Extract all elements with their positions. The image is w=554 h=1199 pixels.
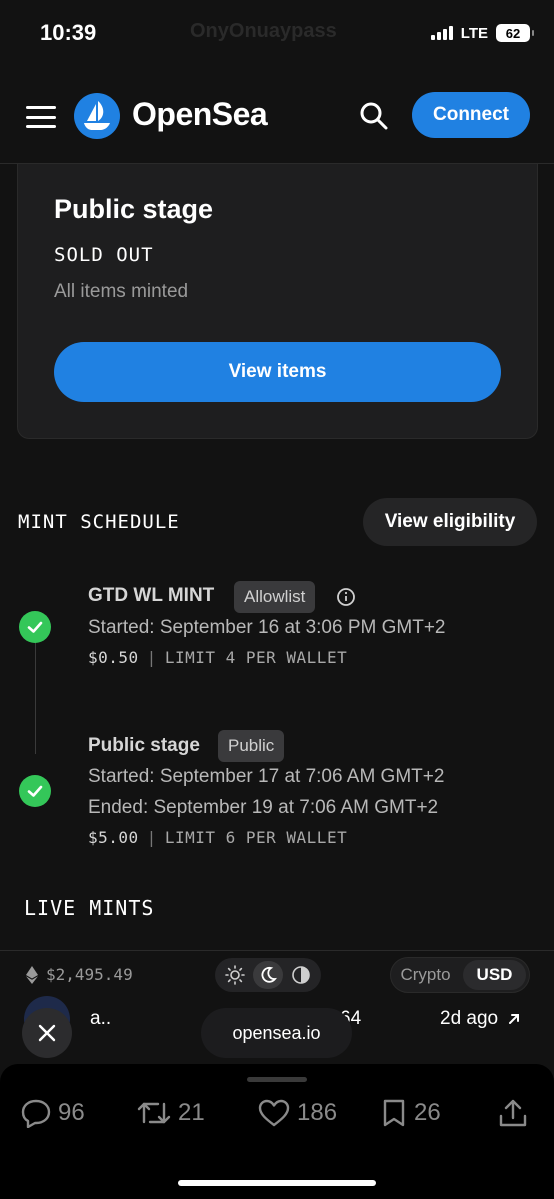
retweet-count: 21 — [178, 1099, 205, 1126]
retweet-icon — [137, 1102, 171, 1124]
light-theme-icon[interactable] — [220, 961, 250, 989]
mint-schedule-heading: MINT SCHEDULE — [18, 511, 180, 533]
info-icon[interactable] — [336, 587, 356, 607]
stage-name-gtd-wl: GTD WL MINT — [88, 585, 215, 606]
sheet-grabber[interactable] — [247, 1077, 307, 1082]
bookmark-icon — [383, 1099, 405, 1127]
currency-switch: Crypto USD — [390, 957, 530, 993]
stage-limit: LIMIT 4 PER WALLET — [164, 648, 348, 667]
brand-name[interactable]: OpenSea — [132, 96, 268, 133]
status-time: 10:39 — [40, 20, 97, 45]
opensea-logo-icon[interactable] — [74, 93, 120, 139]
share-icon — [499, 1099, 527, 1127]
retweet-action[interactable]: 21 — [136, 1098, 205, 1128]
stage-ended-time: Ended: September 19 at 7:06 AM GMT+2 — [88, 797, 439, 818]
activity-time-label: 2d ago — [440, 1008, 499, 1029]
external-link-icon[interactable] — [506, 1011, 522, 1027]
allowlist-tag: Allowlist — [234, 581, 316, 613]
stage-price: $0.50 — [88, 648, 139, 667]
eth-price-value: $2,495.49 — [46, 965, 133, 984]
dark-theme-icon[interactable] — [252, 961, 283, 989]
all-minted-text: All items minted — [54, 281, 189, 302]
hamburger-menu-icon[interactable] — [26, 106, 56, 128]
activity-time: 2d ago — [440, 1008, 522, 1030]
public-tag: Public — [218, 730, 285, 762]
view-eligibility-button[interactable]: View eligibility — [363, 498, 537, 546]
like-action[interactable]: 186 — [257, 1098, 337, 1128]
status-bar: OnyOnuaypass 10:39 LTE 62 — [0, 0, 554, 70]
bookmark-action[interactable]: 26 — [380, 1098, 441, 1128]
battery-icon: 62 — [496, 24, 534, 42]
stage-price: $5.00 — [88, 828, 139, 847]
home-indicator[interactable] — [178, 1180, 376, 1186]
url-pill[interactable]: opensea.io — [201, 1008, 352, 1058]
system-theme-icon[interactable] — [286, 961, 316, 989]
bookmark-count: 26 — [414, 1099, 441, 1126]
share-action[interactable] — [497, 1098, 529, 1128]
ethereum-icon — [26, 965, 38, 984]
currency-crypto-option[interactable]: Crypto — [394, 960, 457, 990]
reply-count: 96 — [58, 1099, 85, 1126]
stage-started-time: Started: September 16 at 3:06 PM GMT+2 — [88, 617, 446, 638]
view-items-button[interactable]: View items — [54, 342, 501, 402]
connect-button[interactable]: Connect — [412, 92, 530, 138]
public-stage-card: Public stage SOLD OUT All items minted V… — [17, 164, 538, 439]
footer-bar: $2,495.49 Crypto USD — [0, 950, 554, 998]
stage-card-title: Public stage — [54, 194, 214, 224]
reply-action[interactable]: 96 — [20, 1098, 85, 1128]
stage-price-limit: $5.00 | LIMIT 6 PER WALLET — [88, 828, 348, 847]
stage-started-time: Started: September 17 at 7:06 AM GMT+2 — [88, 766, 445, 787]
close-icon — [38, 1024, 56, 1042]
signal-icon — [430, 26, 453, 40]
tweet-action-panel: 96 21 186 26 — [0, 1064, 554, 1199]
currency-usd-option[interactable]: USD — [463, 960, 526, 990]
status-ghost-text: OnyOnuaypass — [190, 20, 337, 42]
live-mints-heading: LIVE MINTS — [24, 896, 155, 920]
heart-icon — [258, 1099, 290, 1127]
like-count: 186 — [297, 1099, 338, 1126]
eth-price: $2,495.49 — [26, 965, 133, 984]
reply-icon — [21, 1099, 51, 1128]
search-icon[interactable] — [358, 100, 390, 132]
activity-name: a.. — [90, 1008, 112, 1029]
stage-limit: LIMIT 6 PER WALLET — [164, 828, 348, 847]
check-icon — [19, 611, 51, 643]
sold-out-status: SOLD OUT — [54, 244, 154, 266]
check-icon — [19, 775, 51, 807]
timeline-connector — [35, 642, 36, 754]
status-indicators: LTE 62 — [430, 24, 534, 42]
network-label: LTE — [460, 24, 488, 42]
close-browser-button[interactable] — [22, 1008, 72, 1058]
theme-switch — [215, 958, 321, 992]
stage-price-limit: $0.50 | LIMIT 4 PER WALLET — [88, 648, 348, 667]
site-header: OpenSea Connect — [0, 70, 554, 164]
stage-name-public: Public stage — [88, 735, 200, 756]
